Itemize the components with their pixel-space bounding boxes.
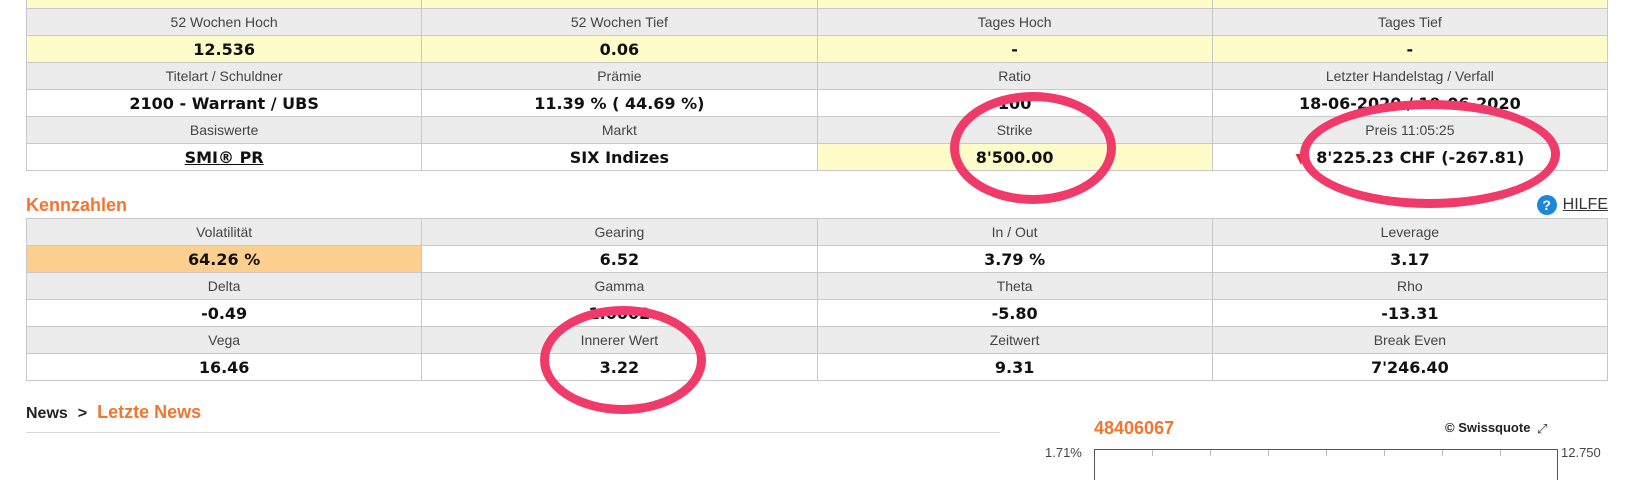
- underlying-link[interactable]: SMI® PR: [185, 148, 264, 167]
- details-panel: 52 Wochen Hoch 52 Wochen Tief Tages Hoch…: [25, 0, 1609, 171]
- chart-gridline: [1152, 450, 1153, 456]
- details-value-row: 12.536 0.06 - -: [25, 35, 1609, 63]
- underlying-cell: SMI® PR: [25, 143, 423, 171]
- label-ratio: Ratio: [816, 62, 1213, 90]
- kennzahlen-label-row: Volatilität Gearing In / Out Leverage: [25, 218, 1609, 246]
- value-52w-low: 0.06: [421, 35, 818, 63]
- chart-gridline: [1268, 450, 1269, 456]
- value-market: SIX Indizes: [421, 143, 818, 171]
- kennzahlen-table: Volatilität Gearing In / Out Leverage 64…: [25, 218, 1609, 381]
- value-theta: -5.80: [816, 299, 1213, 327]
- value-day-low: -: [1211, 35, 1609, 63]
- value-gamma: 1.0002: [421, 299, 818, 327]
- details-table: 52 Wochen Hoch 52 Wochen Tief Tages Hoch…: [25, 0, 1609, 171]
- details-label-row: Titelart / Schuldner Prämie Ratio Letzte…: [25, 62, 1609, 90]
- label-break-even: Break Even: [1211, 326, 1609, 354]
- kennzahlen-panel: Volatilität Gearing In / Out Leverage 64…: [25, 218, 1609, 381]
- label-type-issuer: Titelart / Schuldner: [25, 62, 423, 90]
- label-price: Preis 11:05:25: [1211, 116, 1609, 144]
- news-divider: [26, 432, 1000, 433]
- kennzahlen-value-row: 64.26 % 6.52 3.79 % 3.17: [25, 245, 1609, 273]
- kennzahlen-label-row: Delta Gamma Theta Rho: [25, 272, 1609, 300]
- value-price: 8'225.23 CHF (-267.81): [1316, 147, 1525, 167]
- label-time-value: Zeitwert: [816, 326, 1213, 354]
- value-last-trading-day: 18-06-2020 / 19-06-2020: [1211, 89, 1609, 117]
- kennzahlen-value-row: -0.49 1.0002 -5.80 -13.31: [25, 299, 1609, 327]
- value-type-issuer: 2100 - Warrant / UBS: [25, 89, 423, 117]
- value-premium: 11.39 % ( 44.69 %): [421, 89, 818, 117]
- breadcrumb-separator: >: [77, 405, 88, 422]
- chart-gridline: [1442, 450, 1443, 456]
- value-strike: 8'500.00: [816, 143, 1213, 171]
- label-day-low: Tages Tief: [1211, 8, 1609, 36]
- chart-gridline: [1384, 450, 1385, 456]
- value-volatility: 64.26 %: [25, 245, 423, 273]
- label-rho: Rho: [1211, 272, 1609, 300]
- label-day-high: Tages Hoch: [816, 8, 1213, 36]
- value-intrinsic-value: 3.22: [421, 353, 818, 381]
- section-title-kennzahlen: Kennzahlen: [26, 195, 128, 215]
- arrow-down-icon: ▼: [1295, 150, 1307, 167]
- value-rho: -13.31: [1211, 299, 1609, 327]
- chart-source: © Swissquote: [1445, 420, 1531, 435]
- expand-icon[interactable]: ⤢: [1537, 422, 1551, 436]
- details-top-strip: [25, 0, 1609, 9]
- kennzahlen-label-row: Vega Innerer Wert Zeitwert Break Even: [25, 326, 1609, 354]
- details-label-row: 52 Wochen Hoch 52 Wochen Tief Tages Hoch…: [25, 8, 1609, 36]
- chart-axis-right-label: 12.750: [1561, 445, 1601, 460]
- chart-gridline: [1210, 450, 1211, 456]
- help-link[interactable]: ? HILFE: [1536, 195, 1608, 215]
- chart-axis-left-label: 1.71%: [1045, 445, 1082, 460]
- breadcrumb-latest-news: Letzte News: [97, 402, 202, 422]
- price-cell: ▼ 8'225.23 CHF (-267.81): [1211, 143, 1609, 171]
- label-vega: Vega: [25, 326, 423, 354]
- chart-area[interactable]: [1094, 449, 1558, 480]
- label-premium: Prämie: [421, 62, 818, 90]
- label-last-trading-day: Letzter Handelstag / Verfall: [1211, 62, 1609, 90]
- label-strike: Strike: [816, 116, 1213, 144]
- value-delta: -0.49: [25, 299, 423, 327]
- value-time-value: 9.31: [816, 353, 1213, 381]
- value-break-even: 7'246.40: [1211, 353, 1609, 381]
- question-icon[interactable]: ?: [1536, 195, 1557, 215]
- label-volatility: Volatilität: [25, 218, 423, 246]
- label-delta: Delta: [25, 272, 423, 300]
- label-market: Markt: [421, 116, 818, 144]
- details-value-row: 2100 - Warrant / UBS 11.39 % ( 44.69 %) …: [25, 89, 1609, 117]
- label-leverage: Leverage: [1211, 218, 1609, 246]
- label-52w-low: 52 Wochen Tief: [421, 8, 818, 36]
- value-in-out: 3.79 %: [816, 245, 1213, 273]
- value-52w-high: 12.536: [25, 35, 423, 63]
- value-gearing: 6.52: [421, 245, 818, 273]
- breadcrumb-news[interactable]: News: [26, 405, 68, 422]
- kennzahlen-value-row: 16.46 3.22 9.31 7'246.40: [25, 353, 1609, 381]
- chart-title: 48406067: [1094, 418, 1175, 438]
- details-value-row: SMI® PR SIX Indizes 8'500.00 ▼ 8'225.23 C…: [25, 143, 1609, 171]
- label-intrinsic-value: Innerer Wert: [421, 326, 818, 354]
- label-gearing: Gearing: [421, 218, 818, 246]
- news-breadcrumb: News > Letzte News: [26, 402, 201, 423]
- label-in-out: In / Out: [816, 218, 1213, 246]
- value-vega: 16.46: [25, 353, 423, 381]
- chart-gridline: [1326, 450, 1327, 456]
- label-52w-high: 52 Wochen Hoch: [25, 8, 423, 36]
- label-gamma: Gamma: [421, 272, 818, 300]
- label-theta: Theta: [816, 272, 1213, 300]
- chart-gridline: [1500, 450, 1501, 456]
- value-ratio: 100: [816, 89, 1213, 117]
- label-underlying: Basiswerte: [25, 116, 423, 144]
- details-label-row: Basiswerte Markt Strike Preis 11:05:25: [25, 116, 1609, 144]
- help-label[interactable]: HILFE: [1563, 196, 1608, 214]
- value-leverage: 3.17: [1211, 245, 1609, 273]
- value-day-high: -: [816, 35, 1213, 63]
